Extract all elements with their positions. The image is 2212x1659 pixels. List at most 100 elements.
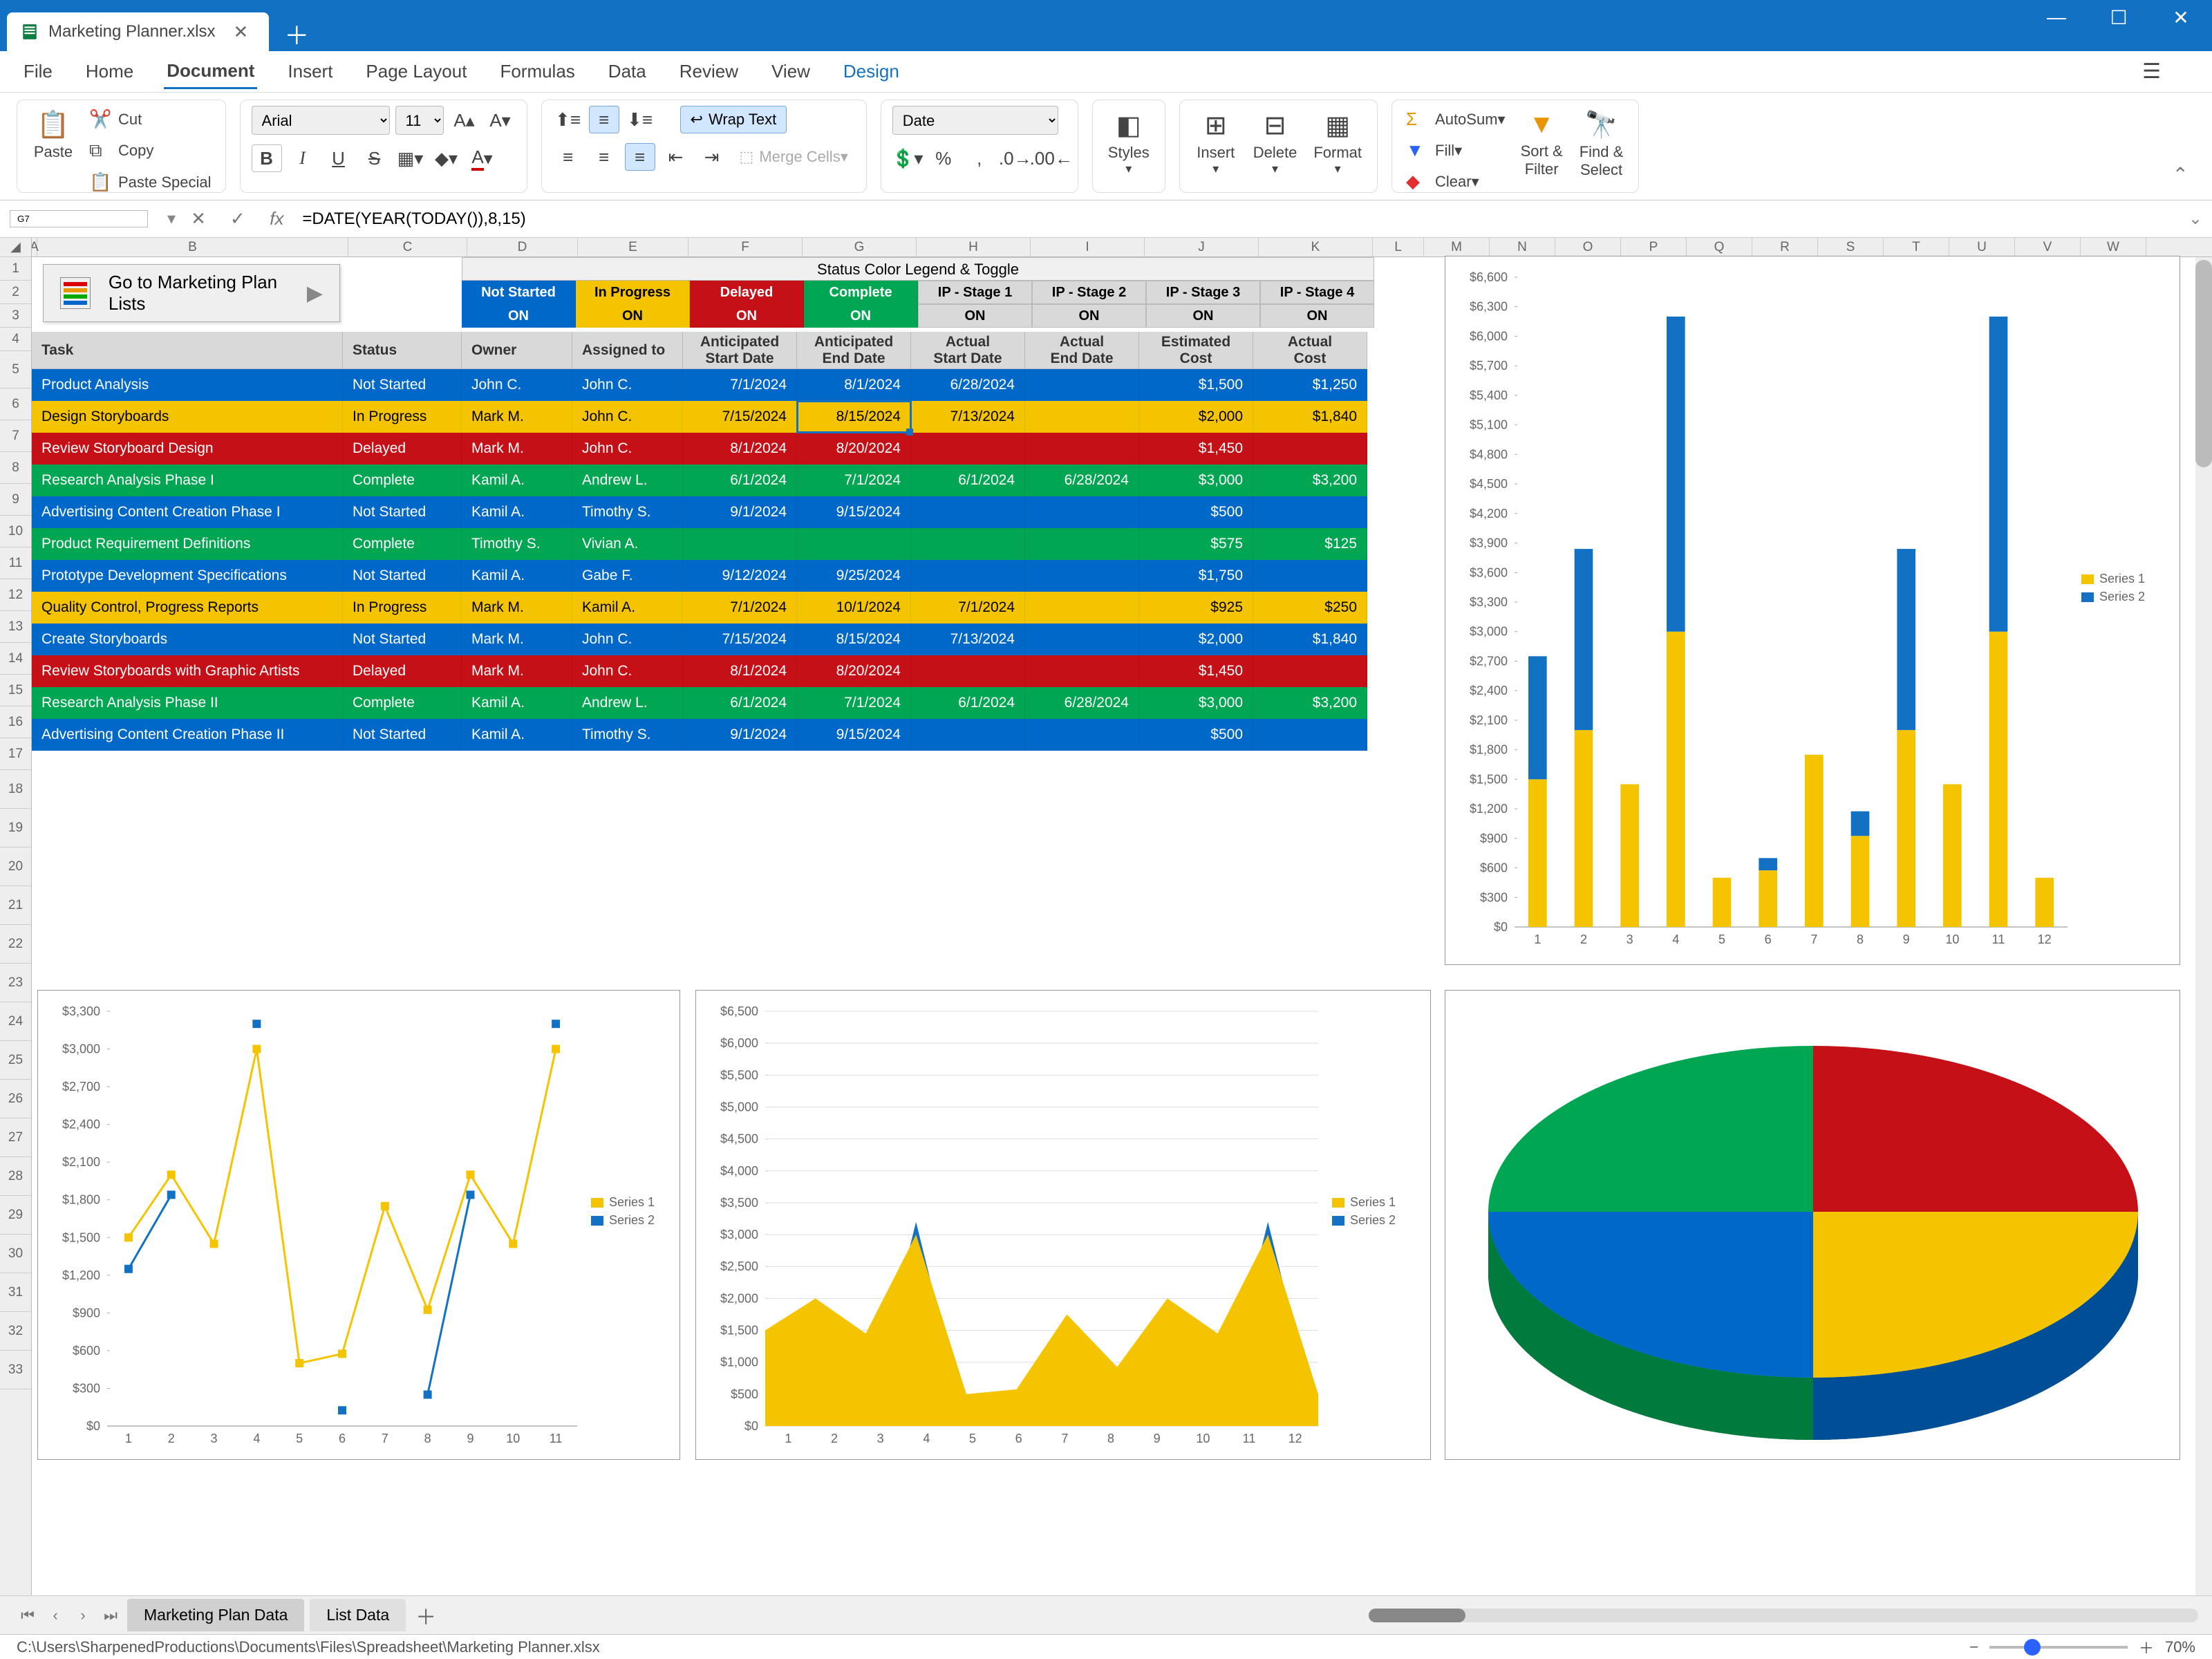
- column-header-cell[interactable]: Task: [32, 332, 343, 369]
- table-cell[interactable]: John C.: [462, 369, 572, 401]
- table-cell[interactable]: $1,750: [1139, 560, 1253, 592]
- table-cell[interactable]: $3,200: [1253, 687, 1367, 719]
- table-cell[interactable]: [1025, 496, 1139, 528]
- add-sheet-button[interactable]: ＋: [415, 1600, 436, 1631]
- column-header[interactable]: Q: [1687, 238, 1752, 256]
- increase-font-icon[interactable]: A▴: [449, 106, 480, 134]
- autosum-button[interactable]: ΣAutoSum▾: [1403, 106, 1508, 133]
- table-cell[interactable]: $575: [1139, 528, 1253, 560]
- row-header[interactable]: 10: [0, 516, 31, 547]
- table-cell[interactable]: Andrew L.: [572, 465, 683, 496]
- table-cell[interactable]: In Progress: [343, 401, 462, 433]
- legend-status[interactable]: Complete: [804, 281, 918, 304]
- row-header[interactable]: 6: [0, 388, 31, 420]
- legend-status[interactable]: In Progress: [576, 281, 690, 304]
- table-cell[interactable]: $250: [1253, 592, 1367, 624]
- percent-button[interactable]: %: [928, 144, 959, 172]
- column-header[interactable]: I: [1031, 238, 1145, 256]
- table-cell[interactable]: Not Started: [343, 624, 462, 655]
- row-header[interactable]: 21: [0, 886, 31, 925]
- table-cell[interactable]: Mark M.: [462, 655, 572, 687]
- table-cell[interactable]: John C.: [572, 655, 683, 687]
- row-header[interactable]: 17: [0, 738, 31, 770]
- table-cell[interactable]: In Progress: [343, 592, 462, 624]
- column-header[interactable]: J: [1145, 238, 1259, 256]
- table-cell[interactable]: Advertising Content Creation Phase I: [32, 496, 343, 528]
- table-cell[interactable]: John C.: [572, 624, 683, 655]
- row-header[interactable]: 18: [0, 770, 31, 809]
- table-cell[interactable]: [1025, 369, 1139, 401]
- new-tab-button[interactable]: ＋: [283, 20, 310, 48]
- menu-view[interactable]: View: [769, 55, 813, 88]
- table-cell[interactable]: [683, 528, 797, 560]
- row-header[interactable]: 3: [0, 304, 31, 328]
- clear-button[interactable]: ◆Clear▾: [1403, 168, 1508, 195]
- wrap-text-button[interactable]: ↩Wrap Text: [680, 106, 787, 133]
- currency-button[interactable]: 💲▾: [892, 144, 923, 172]
- table-cell[interactable]: Complete: [343, 528, 462, 560]
- table-cell[interactable]: Delayed: [343, 655, 462, 687]
- table-cell[interactable]: [911, 496, 1025, 528]
- table-cell[interactable]: Delayed: [343, 433, 462, 465]
- table-cell[interactable]: 7/15/2024: [683, 624, 797, 655]
- column-header[interactable]: W: [2081, 238, 2146, 256]
- table-cell[interactable]: Create Storyboards: [32, 624, 343, 655]
- table-cell[interactable]: Vivian A.: [572, 528, 683, 560]
- table-cell[interactable]: Not Started: [343, 560, 462, 592]
- table-cell[interactable]: Product Analysis: [32, 369, 343, 401]
- table-cell[interactable]: 7/1/2024: [683, 592, 797, 624]
- legend-status[interactable]: Not Started: [462, 281, 576, 304]
- align-center-icon[interactable]: ≡: [589, 143, 619, 171]
- table-cell[interactable]: $3,000: [1139, 465, 1253, 496]
- table-cell[interactable]: $500: [1139, 496, 1253, 528]
- row-header[interactable]: 11: [0, 547, 31, 579]
- table-cell[interactable]: [1025, 655, 1139, 687]
- row-header[interactable]: 13: [0, 611, 31, 643]
- row-header[interactable]: 25: [0, 1041, 31, 1080]
- column-header-cell[interactable]: Anticipated Start Date: [683, 332, 797, 369]
- table-cell[interactable]: Timothy S.: [572, 719, 683, 751]
- column-header[interactable]: E: [578, 238, 688, 256]
- legend-status[interactable]: IP - Stage 2: [1032, 281, 1146, 304]
- sort-filter-button[interactable]: ▼Sort & Filter: [1517, 106, 1567, 182]
- collapse-ribbon-icon[interactable]: ☰: [2139, 54, 2164, 89]
- table-cell[interactable]: 9/12/2024: [683, 560, 797, 592]
- legend-toggle[interactable]: ON: [1146, 304, 1260, 328]
- table-cell[interactable]: 9/15/2024: [797, 496, 911, 528]
- pie-chart[interactable]: [1445, 990, 2180, 1460]
- table-cell[interactable]: $1,450: [1139, 433, 1253, 465]
- menu-data[interactable]: Data: [606, 55, 649, 88]
- stacked-bar-chart[interactable]: $0$300$600$900$1,200$1,500$1,800$2,100$2…: [1445, 256, 2180, 965]
- column-header[interactable]: K: [1259, 238, 1373, 256]
- column-header-cell[interactable]: Actual Cost: [1253, 332, 1367, 369]
- decrease-decimal-icon[interactable]: .00←: [1036, 144, 1067, 172]
- column-header-cell[interactable]: Status: [343, 332, 462, 369]
- table-cell[interactable]: [1253, 719, 1367, 751]
- row-header[interactable]: 1: [0, 257, 31, 281]
- table-cell[interactable]: 6/28/2024: [1025, 687, 1139, 719]
- menu-insert[interactable]: Insert: [285, 55, 335, 88]
- align-middle-icon[interactable]: ≡: [589, 106, 619, 133]
- column-header-cell[interactable]: Actual Start Date: [911, 332, 1025, 369]
- legend-status[interactable]: IP - Stage 3: [1146, 281, 1260, 304]
- close-window-button[interactable]: ✕: [2150, 0, 2212, 35]
- legend-toggle[interactable]: ON: [1260, 304, 1374, 328]
- table-cell[interactable]: Review Storyboard Design: [32, 433, 343, 465]
- table-cell[interactable]: 8/1/2024: [683, 655, 797, 687]
- table-cell[interactable]: $1,450: [1139, 655, 1253, 687]
- legend-toggle[interactable]: ON: [690, 304, 804, 328]
- fill-button[interactable]: ▼Fill▾: [1403, 137, 1508, 164]
- first-sheet-icon[interactable]: ⏮: [14, 1606, 41, 1624]
- table-cell[interactable]: [1025, 560, 1139, 592]
- column-header[interactable]: T: [1884, 238, 1949, 256]
- menu-file[interactable]: File: [21, 55, 55, 88]
- table-cell[interactable]: Kamil A.: [462, 465, 572, 496]
- row-header[interactable]: 30: [0, 1235, 31, 1273]
- number-format-select[interactable]: Date: [892, 106, 1058, 135]
- row-header[interactable]: 28: [0, 1157, 31, 1196]
- table-cell[interactable]: [1253, 655, 1367, 687]
- font-size-select[interactable]: 11: [395, 106, 444, 135]
- row-header[interactable]: 9: [0, 484, 31, 516]
- column-header[interactable]: R: [1752, 238, 1818, 256]
- row-header[interactable]: 22: [0, 925, 31, 964]
